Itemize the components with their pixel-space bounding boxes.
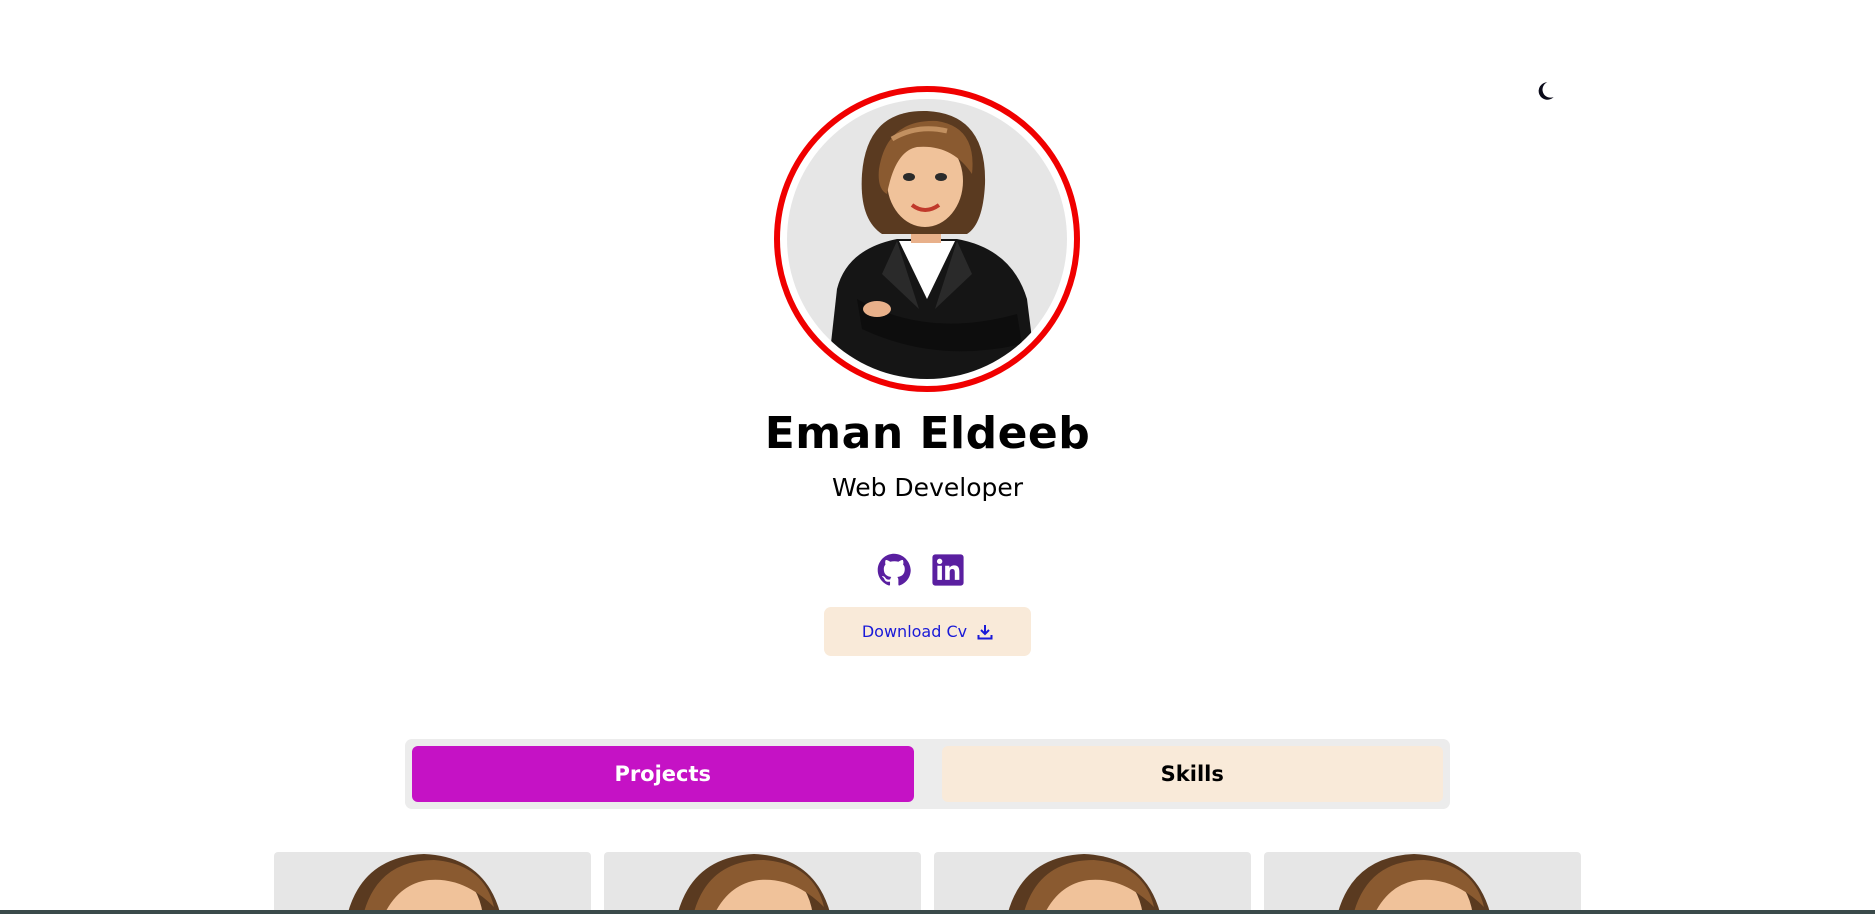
project-thumbnail xyxy=(1337,854,1491,914)
download-cv-button[interactable]: Download Cv xyxy=(824,607,1031,656)
avatar-image xyxy=(787,99,1067,379)
project-thumbnail xyxy=(347,854,501,914)
profile-name: Eman Eldeeb xyxy=(764,408,1091,459)
project-card[interactable] xyxy=(1264,852,1581,914)
download-icon xyxy=(977,624,993,639)
project-thumbnail xyxy=(1007,854,1161,914)
avatar xyxy=(774,86,1080,392)
project-card[interactable] xyxy=(274,852,591,914)
bottom-divider xyxy=(0,910,1875,914)
project-card[interactable] xyxy=(934,852,1251,914)
tab-projects[interactable]: Projects xyxy=(412,746,914,802)
tab-skills[interactable]: Skills xyxy=(941,746,1443,802)
download-cv-label: Download Cv xyxy=(861,622,968,641)
github-link[interactable] xyxy=(877,553,911,587)
social-links xyxy=(877,553,965,587)
github-icon xyxy=(877,553,911,586)
moon-icon xyxy=(1538,82,1554,100)
linkedin-link[interactable] xyxy=(931,553,965,587)
theme-toggle-button[interactable] xyxy=(1532,78,1558,104)
linkedin-icon xyxy=(932,554,964,586)
project-thumbnail xyxy=(677,854,831,914)
section-tabs: Projects Skills xyxy=(405,739,1450,809)
portfolio-page: Eman Eldeeb Web Developer Download Cv Pr… xyxy=(0,0,1875,914)
project-cards xyxy=(274,852,1581,914)
profile-role: Web Developer xyxy=(831,473,1024,502)
project-card[interactable] xyxy=(604,852,921,914)
